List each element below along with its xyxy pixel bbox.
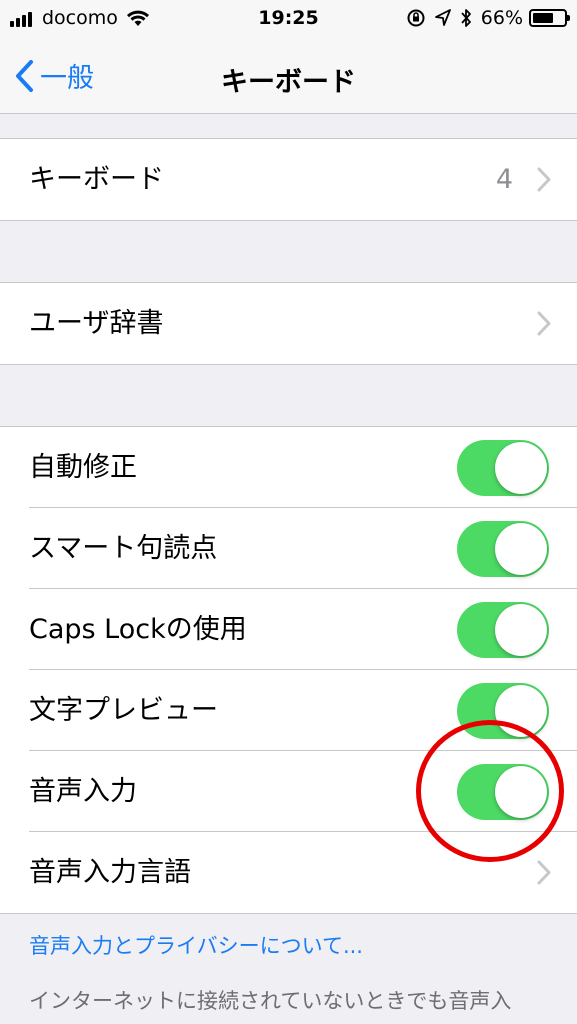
battery-fill [533, 13, 553, 23]
location-icon [434, 9, 451, 26]
caps-lock-label: Caps Lockの使用 [29, 614, 247, 645]
screen: docomo 19:25 66% 一般 キーボード キーボード 4 ユーザ辞書 … [0, 0, 577, 1024]
page-title: キーボード [221, 67, 356, 98]
user-dictionary-row[interactable]: ユーザ辞書 [0, 283, 577, 364]
smart-punctuation-row: スマート句読点 [0, 508, 577, 589]
dictation-languages-row[interactable]: 音声入力言語 [0, 832, 577, 913]
chevron-right-icon [537, 860, 551, 885]
dictation-languages-label: 音声入力言語 [29, 857, 191, 888]
keyboards-count: 4 [495, 164, 513, 195]
character-preview-toggle[interactable] [457, 683, 549, 739]
user-dictionary-label: ユーザ辞書 [29, 308, 164, 339]
bluetooth-icon [461, 9, 471, 27]
auto-correct-toggle[interactable] [457, 440, 549, 496]
dictation-row: 音声入力 [0, 751, 577, 832]
keyboard-settings-group: 自動修正 スマート句読点 Caps Lockの使用 文字プレビュー 音声入力 音… [0, 426, 577, 914]
dictation-label: 音声入力 [29, 776, 137, 807]
chevron-right-icon [537, 311, 551, 336]
keyboards-group: キーボード 4 [0, 138, 577, 221]
auto-correct-row: 自動修正 [0, 427, 577, 508]
status-right: 66% [406, 7, 570, 29]
battery-percent: 66% [480, 7, 523, 29]
dictation-footer-note: インターネットに接続されていないときでも音声入 [29, 989, 512, 1013]
keyboards-label: キーボード [29, 164, 164, 195]
rotation-lock-icon [407, 9, 425, 27]
caps-lock-row: Caps Lockの使用 [0, 589, 577, 670]
dictation-privacy-link[interactable]: 音声入力とプライバシーについて... [29, 930, 363, 960]
smart-punctuation-label: スマート句読点 [29, 533, 218, 564]
navigation-bar: 一般 キーボード [0, 40, 577, 114]
battery-icon [529, 9, 570, 27]
keyboards-row[interactable]: キーボード 4 [0, 139, 577, 220]
smart-punctuation-toggle[interactable] [457, 521, 549, 577]
user-dictionary-group: ユーザ辞書 [0, 282, 577, 365]
character-preview-row: 文字プレビュー [0, 670, 577, 751]
caps-lock-toggle[interactable] [457, 602, 549, 658]
character-preview-label: 文字プレビュー [29, 695, 218, 726]
chevron-right-icon [537, 167, 551, 192]
auto-correct-label: 自動修正 [29, 452, 137, 483]
dictation-toggle[interactable] [457, 764, 549, 820]
status-bar: docomo 19:25 66% [0, 0, 577, 40]
